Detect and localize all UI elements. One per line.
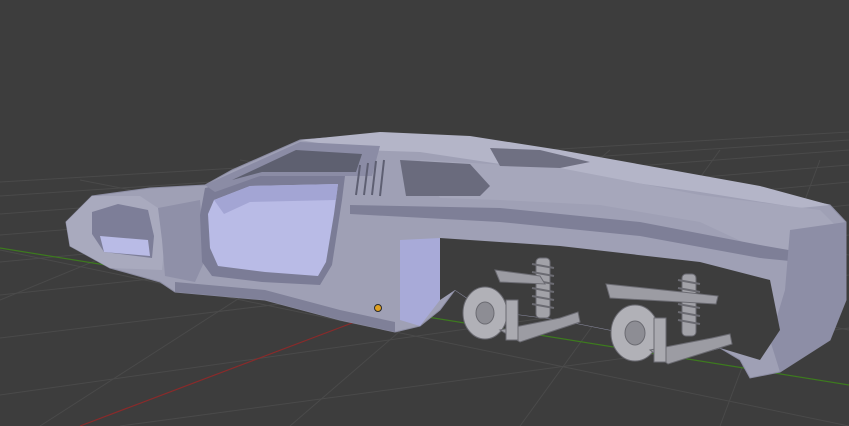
car-front-arch bbox=[158, 200, 205, 282]
brake-hub-left bbox=[475, 301, 495, 325]
3d-viewport[interactable] bbox=[0, 0, 849, 426]
upright-left bbox=[505, 299, 519, 341]
object-origin-point[interactable] bbox=[374, 304, 382, 312]
upright-right bbox=[653, 317, 667, 363]
brake-hub-right bbox=[624, 320, 646, 346]
